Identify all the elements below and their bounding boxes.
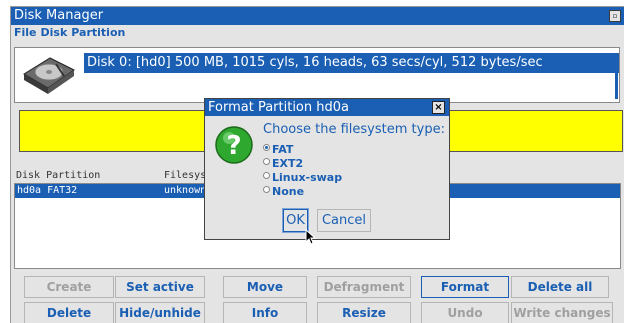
disk-list: Disk 0: [hd0] 500 MB, 1015 cyls, 16 head… bbox=[14, 47, 620, 103]
hard-disk-icon bbox=[23, 57, 75, 94]
dialog-titlebar[interactable]: Format Partition hd0a × bbox=[205, 99, 449, 116]
menu-file[interactable]: File bbox=[14, 26, 37, 39]
create-button[interactable]: Create bbox=[24, 276, 114, 298]
column-disk-partition[interactable]: Disk Partition bbox=[16, 169, 100, 183]
radio-fat[interactable]: FAT bbox=[263, 143, 293, 156]
move-button[interactable]: Move bbox=[223, 276, 307, 298]
undo-button[interactable]: Undo bbox=[421, 302, 509, 323]
delete-all-button[interactable]: Delete all bbox=[511, 276, 609, 298]
radio-linux-swap[interactable]: Linux-swap bbox=[263, 171, 342, 184]
info-button[interactable]: Info bbox=[223, 302, 307, 323]
radio-icon bbox=[263, 186, 270, 193]
set-active-button[interactable]: Set active bbox=[115, 276, 205, 298]
partition-filesystem: unknown bbox=[164, 185, 207, 196]
mouse-pointer-icon bbox=[305, 229, 317, 245]
close-icon[interactable]: × bbox=[432, 101, 445, 114]
radio-icon bbox=[263, 172, 270, 179]
menu-bar: File Disk Partition bbox=[11, 25, 129, 41]
question-icon: ? bbox=[215, 126, 253, 164]
delete-button[interactable]: Delete bbox=[24, 302, 114, 323]
radio-none-label: None bbox=[272, 185, 305, 198]
resize-button[interactable]: Resize bbox=[317, 302, 411, 323]
column-filesystem[interactable]: Filesys bbox=[164, 169, 206, 183]
format-button[interactable]: Format bbox=[421, 276, 509, 298]
radio-none[interactable]: None bbox=[263, 185, 304, 198]
disk-entry-selected[interactable]: Disk 0: [hd0] 500 MB, 1015 cyls, 16 head… bbox=[84, 53, 619, 73]
radio-linux-swap-label: Linux-swap bbox=[272, 171, 343, 184]
cancel-button[interactable]: Cancel bbox=[317, 209, 371, 232]
window-title: Disk Manager bbox=[14, 8, 104, 23]
window-titlebar[interactable]: Disk Manager ▫ bbox=[11, 7, 624, 25]
radio-ext2-label: EXT2 bbox=[272, 157, 304, 170]
partition-name: hd0a FAT32 bbox=[17, 185, 78, 196]
radio-fat-label: FAT bbox=[272, 143, 294, 156]
format-partition-dialog: Format Partition hd0a × ? Choose the fil… bbox=[204, 98, 450, 240]
radio-selected-icon bbox=[263, 144, 270, 151]
dialog-title: Format Partition hd0a bbox=[208, 100, 349, 115]
menu-disk[interactable]: Disk bbox=[41, 26, 68, 39]
window-menu-icon[interactable]: ▫ bbox=[609, 10, 621, 22]
hide-unhide-button[interactable]: Hide/unhide bbox=[115, 302, 205, 323]
radio-icon bbox=[263, 158, 270, 165]
disk-list-scrollbar[interactable] bbox=[615, 53, 618, 99]
write-changes-button[interactable]: Write changes bbox=[511, 302, 613, 323]
svg-text:?: ? bbox=[226, 131, 241, 161]
defragment-button[interactable]: Defragment bbox=[317, 276, 411, 298]
radio-ext2[interactable]: EXT2 bbox=[263, 157, 303, 170]
dialog-prompt: Choose the filesystem type: bbox=[263, 122, 445, 137]
menu-partition[interactable]: Partition bbox=[71, 26, 125, 39]
